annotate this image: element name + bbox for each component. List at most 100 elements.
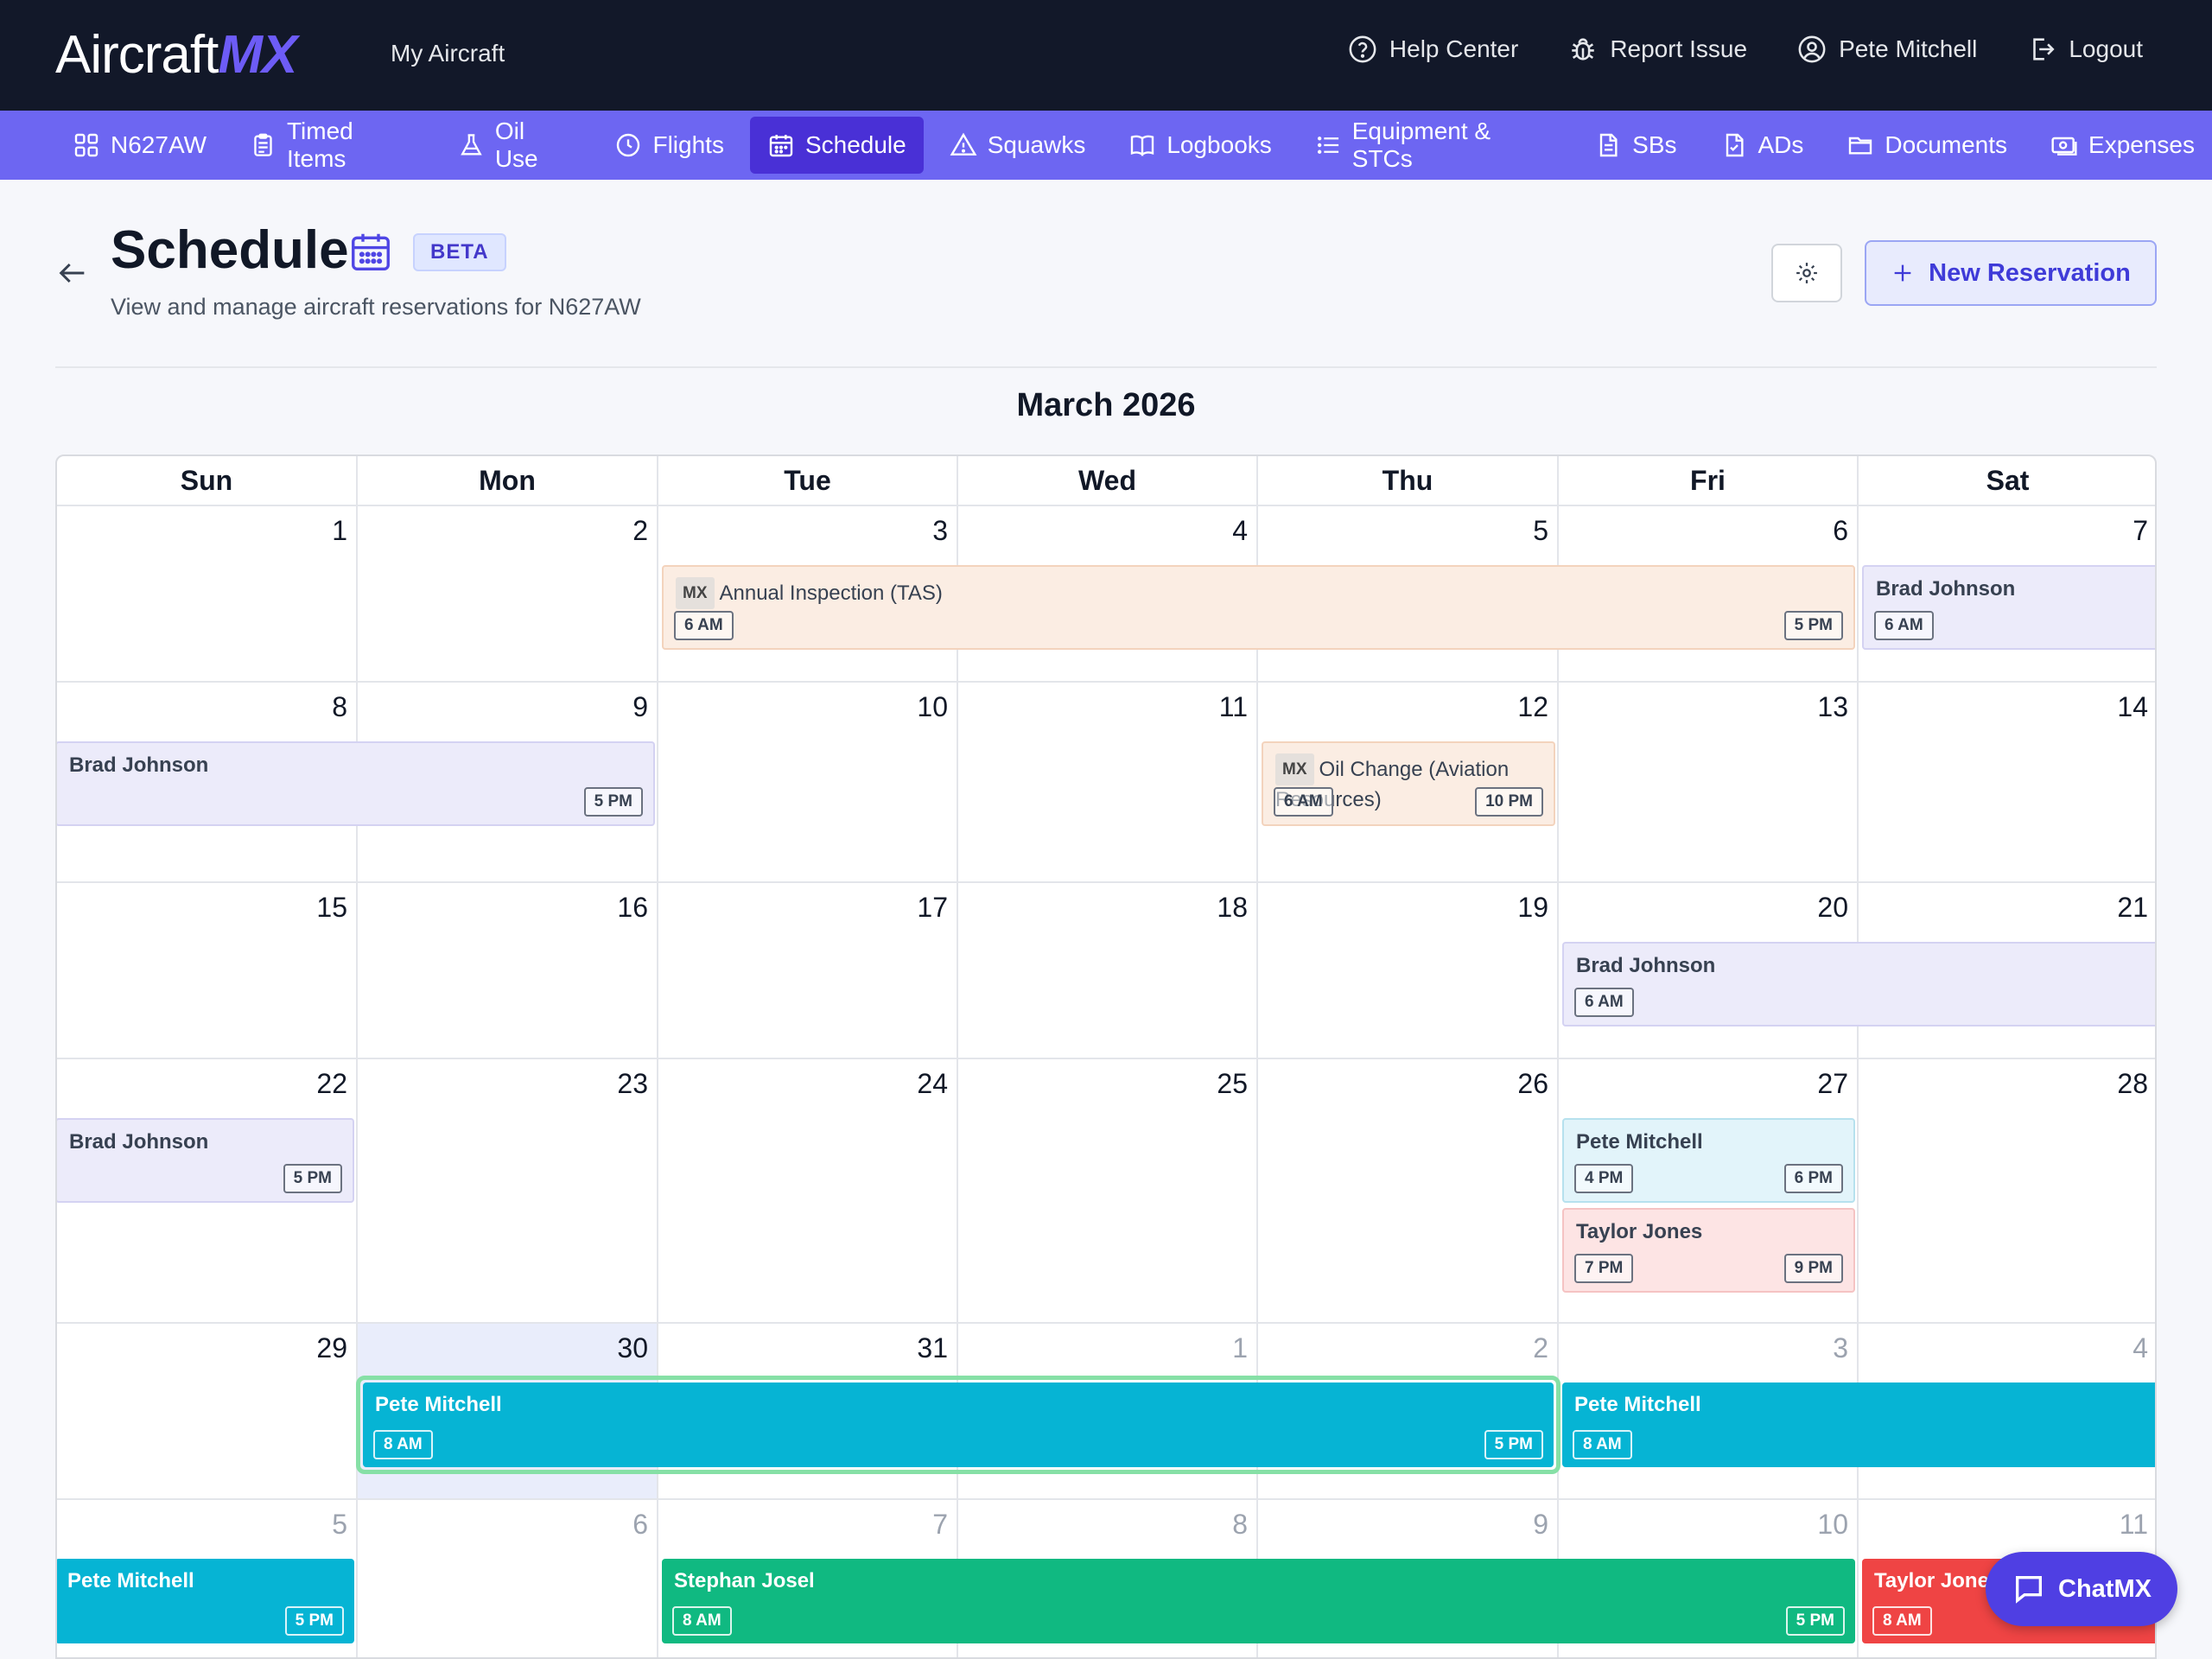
report-issue-label: Report Issue (1610, 35, 1748, 62)
nav-item-aircraft[interactable]: N627AW (55, 117, 224, 174)
day-cell[interactable]: 19 (1258, 883, 1559, 1059)
my-aircraft-link[interactable]: My Aircraft (391, 40, 505, 67)
day-number: 10 (1817, 1509, 1848, 1540)
nav-item-equipment[interactable]: Equipment & STCs (1298, 117, 1568, 174)
reservation-event[interactable]: Stephan Josel 8 AM 5 PM (662, 1559, 1855, 1643)
event-label: Pete Mitchell (375, 1393, 502, 1416)
nav-item-sbs[interactable]: SBs (1577, 117, 1694, 174)
nav-item-ads[interactable]: ADs (1703, 117, 1821, 174)
day-cell[interactable]: 14 (1859, 683, 2155, 883)
nav-item-documents[interactable]: Documents (1829, 117, 2024, 174)
reservation-event[interactable]: Brad Johnson 6 AM (1862, 565, 2155, 650)
day-number: 30 (617, 1332, 648, 1363)
day-number: 4 (2133, 1332, 2148, 1363)
event-label: Taylor Jones (1576, 1220, 1703, 1243)
day-number: 28 (2117, 1068, 2148, 1099)
user-profile-link[interactable]: Pete Mitchell (1797, 35, 1977, 64)
event-start-time: 7 PM (1574, 1254, 1634, 1283)
day-number: 31 (917, 1332, 948, 1363)
nav-item-expenses[interactable]: Expenses (2033, 117, 2212, 174)
reservation-event[interactable]: Taylor Jones 7 PM 9 PM (1562, 1208, 1855, 1293)
day-cell[interactable]: 16 (358, 883, 658, 1059)
day-cell[interactable]: 13 (1559, 683, 1859, 883)
day-cell[interactable]: 2 (358, 506, 658, 683)
day-number: 6 (632, 1509, 648, 1540)
clipboard-icon (254, 133, 272, 156)
reservation-event[interactable]: Brad Johnson 6 AM (1562, 942, 2155, 1027)
day-number: 13 (1817, 691, 1848, 722)
event-title: Stephan Josel (674, 1569, 815, 1593)
page-subtitle: View and manage aircraft reservations fo… (111, 294, 641, 320)
header-divider (55, 366, 2157, 368)
event-label: Brad Johnson (69, 1130, 209, 1154)
nav-label: N627AW (111, 131, 207, 158)
day-cell[interactable]: 18 (958, 883, 1258, 1059)
reservation-event[interactable]: Pete Mitchell 4 PM 6 PM (1562, 1118, 1855, 1203)
reservation-event[interactable]: Brad Johnson 5 PM (57, 741, 655, 826)
back-arrow-icon[interactable] (55, 256, 90, 290)
day-cell[interactable]: 24 (658, 1059, 958, 1324)
day-number: 16 (617, 892, 648, 923)
nav-item-logbooks[interactable]: Logbooks (1111, 117, 1288, 174)
nav-item-flights[interactable]: Flights (597, 117, 741, 174)
aircraftmx-logo[interactable]: AircraftMX (55, 26, 297, 85)
settings-button[interactable] (1771, 244, 1842, 302)
chatmx-label: ChatMX (2058, 1574, 2152, 1603)
event-end-time: 5 PM (283, 1164, 342, 1193)
event-end-time: 5 PM (583, 787, 643, 817)
day-cell[interactable]: 29 (57, 1324, 358, 1500)
event-title: Pete Mitchell (1574, 1393, 1701, 1417)
nav-item-schedule[interactable]: Schedule (749, 117, 924, 174)
day-cell[interactable]: 28 (1859, 1059, 2155, 1324)
mx-tag: MX (1275, 753, 1314, 785)
month-title: March 2026 (1016, 387, 1196, 423)
flask-icon (461, 134, 482, 156)
nav-item-oil-use[interactable]: Oil Use (441, 117, 589, 174)
nav-label: Expenses (2088, 131, 2195, 158)
logout-link[interactable]: Logout (2027, 35, 2143, 64)
day-cell[interactable]: 25 (958, 1059, 1258, 1324)
reservation-event[interactable]: MX Annual Inspection (TAS) 6 AM 5 PM (662, 565, 1855, 650)
list-icon (1317, 137, 1338, 154)
day-number: 23 (617, 1068, 648, 1099)
day-cell[interactable]: 10 (658, 683, 958, 883)
day-number: 11 (2119, 1509, 2148, 1540)
nav-label: Timed Items (286, 118, 353, 172)
nav-item-squawks[interactable]: Squawks (932, 117, 1103, 174)
schedule-calendar-icon (352, 233, 390, 270)
day-cell[interactable]: 6 (358, 1500, 658, 1657)
nav-label: Flights (652, 131, 724, 158)
help-center-link[interactable]: Help Center (1348, 35, 1518, 64)
mx-tag: MX (676, 577, 715, 609)
nav-label: Schedule (804, 131, 906, 158)
nav-item-timed-items[interactable]: Timed Items (232, 117, 432, 174)
day-cell[interactable]: 15 (57, 883, 358, 1059)
event-title: Brad Johnson (69, 753, 208, 778)
report-issue-link[interactable]: Report Issue (1568, 35, 1747, 64)
reservation-event[interactable]: Pete Mitchell 5 PM (57, 1559, 354, 1643)
reservation-event[interactable]: Brad Johnson 5 PM (57, 1118, 354, 1203)
day-cell[interactable]: 26 (1258, 1059, 1559, 1324)
reservation-event[interactable]: Pete Mitchell 8 AM (1562, 1382, 2155, 1467)
event-end-time: 10 PM (1475, 787, 1543, 817)
plus-icon (1894, 264, 1911, 282)
reservation-event[interactable]: MXOil Change (Aviation Resources)6 AM10 … (1262, 741, 1555, 826)
event-start-time: 8 AM (672, 1606, 732, 1636)
day-cell[interactable]: 1 (57, 506, 358, 683)
new-reservation-button[interactable]: New Reservation (1865, 240, 2157, 306)
nav-label: SBs (1632, 131, 1677, 158)
day-cell[interactable]: 11 (958, 683, 1258, 883)
day-cell[interactable]: 23 (358, 1059, 658, 1324)
reservation-event[interactable]: Pete Mitchell 8 AM 5 PM (363, 1382, 1554, 1467)
bug-icon (1572, 38, 1595, 60)
event-end-time: 5 PM (284, 1606, 344, 1636)
day-number: 5 (332, 1509, 347, 1540)
day-number: 29 (316, 1332, 347, 1363)
day-number: 9 (1533, 1509, 1548, 1540)
event-start-time: 6 AM (1574, 988, 1634, 1017)
chatmx-button[interactable]: ChatMX (1986, 1552, 2177, 1626)
event-start-time: 6 AM (1274, 787, 1333, 817)
event-title: Pete Mitchell (67, 1569, 194, 1593)
document-icon (1599, 133, 1618, 157)
day-cell[interactable]: 17 (658, 883, 958, 1059)
